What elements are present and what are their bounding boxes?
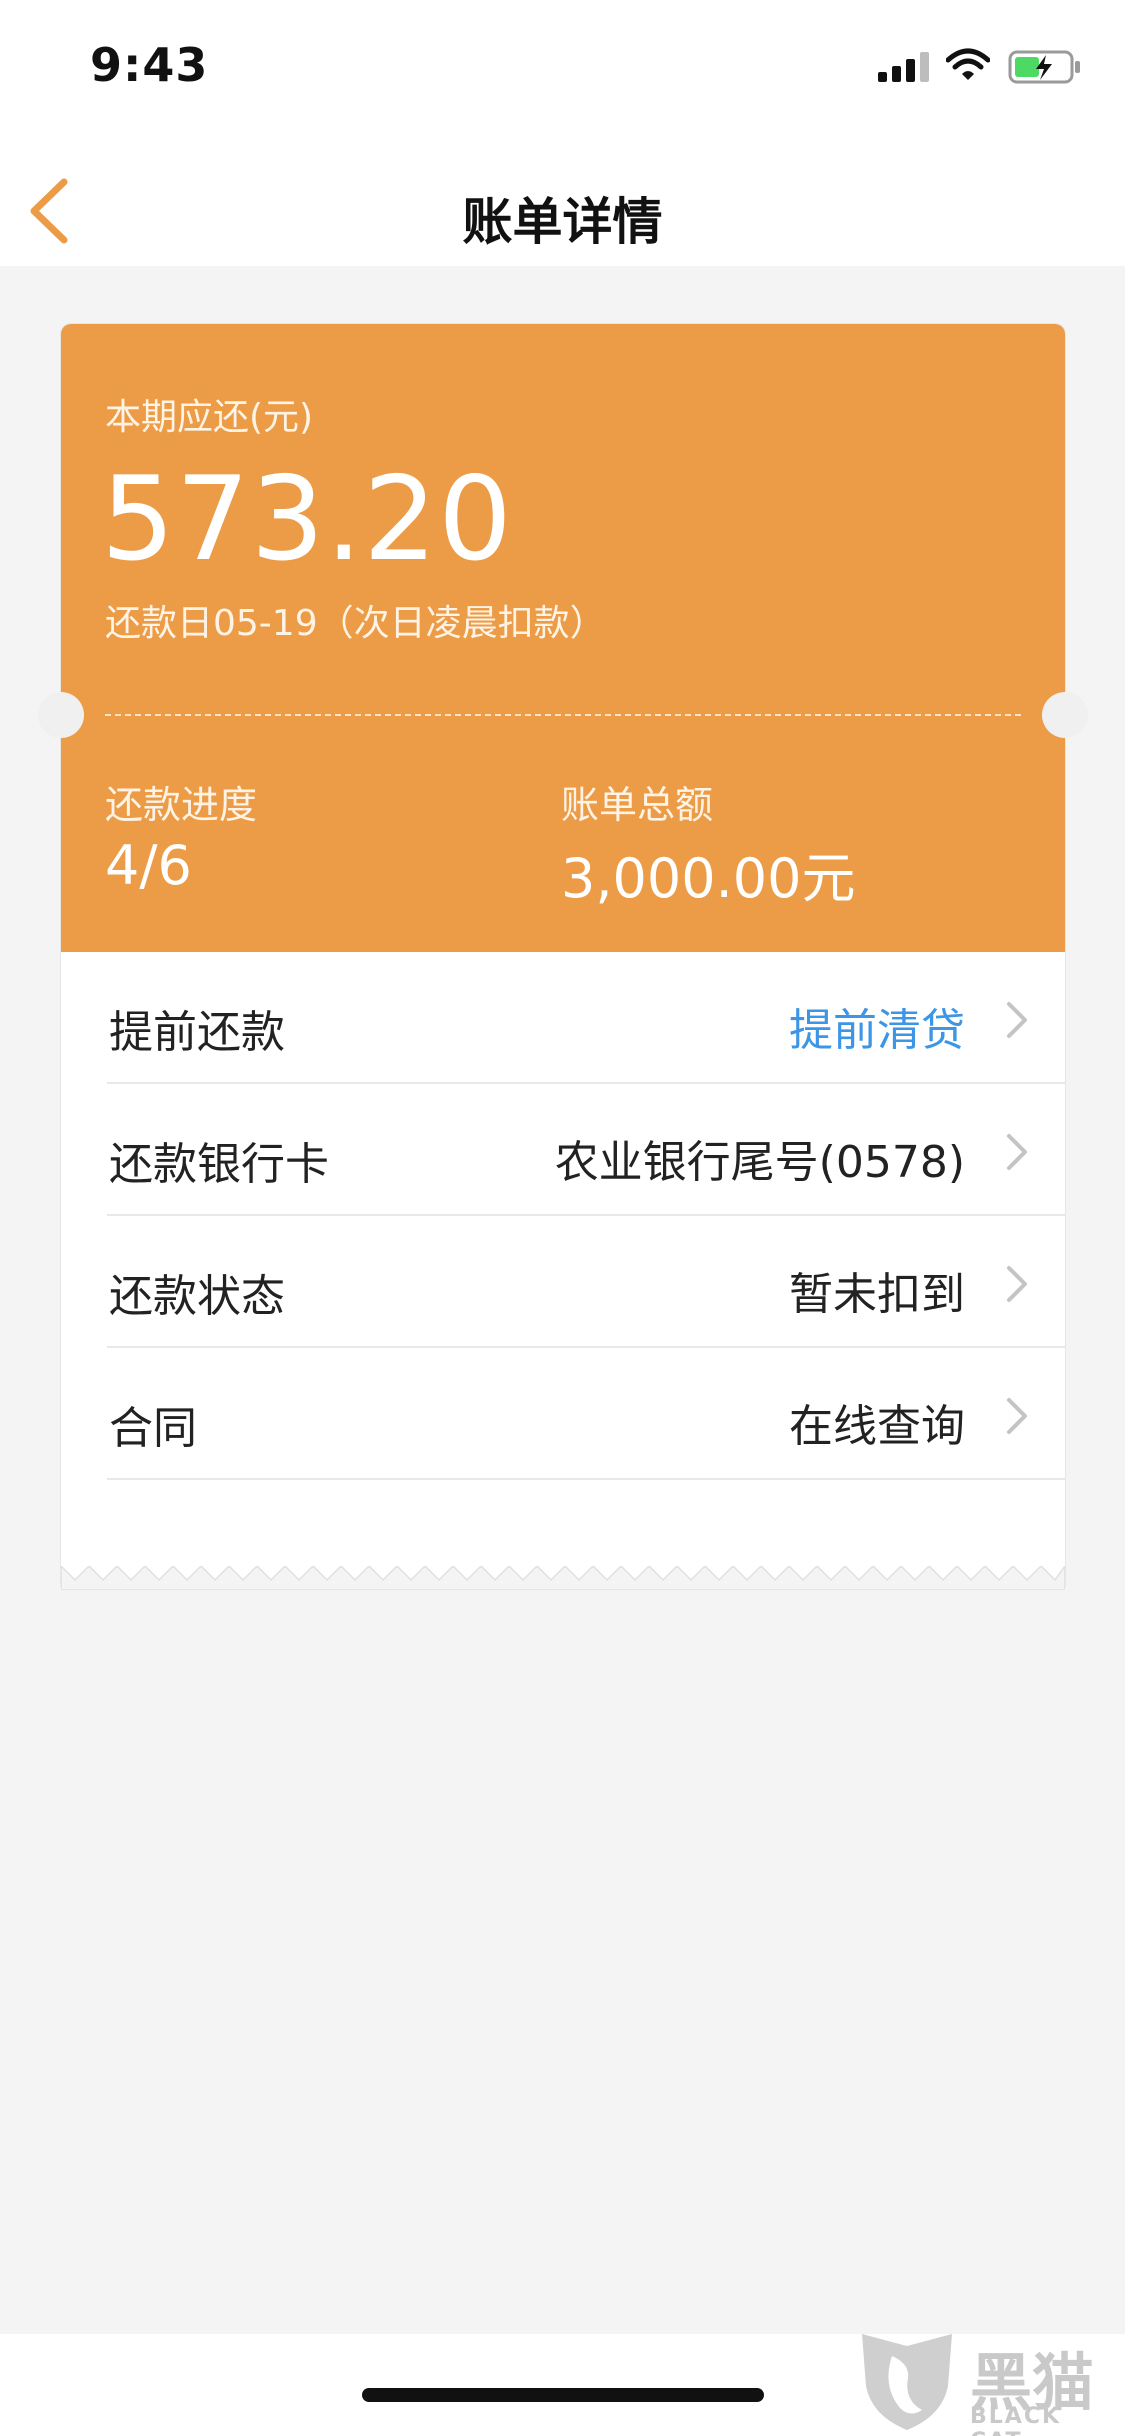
due-date-text: 还款日05-19（次日凌晨扣款） (105, 603, 606, 644)
row-label: 还款银行卡 (109, 1139, 329, 1190)
bill-total-label: 账单总额 (561, 783, 714, 827)
early-payoff-link[interactable]: 提前清贷 (789, 994, 965, 1058)
bill-summary: 本期应还(元) 573.20 还款日05-19（次日凌晨扣款） 还款进度 4/6… (38, 324, 1088, 952)
row-value: 暂未扣到 (789, 1269, 965, 1320)
row-label: 合同 (109, 1403, 197, 1454)
repayment-card-row[interactable]: 还款银行卡 农业银行尾号(0578) (107, 1084, 1065, 1216)
battery-charging-icon (1008, 50, 1080, 84)
bill-total-value: 3,000.00元 (561, 847, 856, 910)
cellular-signal-icon (878, 52, 929, 82)
card-notch-left (38, 692, 84, 738)
dashed-divider (105, 714, 1021, 716)
bill-card: 本期应还(元) 573.20 还款日05-19（次日凌晨扣款） 还款进度 4/6… (38, 324, 1088, 1590)
bill-detail-screen: 9:43 账单详情 本期应还(元) 573.20 还款日05-19（次日凌晨扣款… (0, 0, 1125, 2436)
amount-due-value: 573.20 (101, 452, 513, 587)
repayment-status-row[interactable]: 还款状态 暂未扣到 (107, 1216, 1065, 1348)
black-cat-watermark: 黑猫 BLACK CAT (852, 2326, 1122, 2436)
card-notch-right (1042, 692, 1088, 738)
row-label: 还款状态 (109, 1271, 285, 1322)
bill-options-list: 提前还款 提前清贷 还款银行卡 农业银行尾号(0578) 还款状态 暂未扣到 合… (61, 952, 1065, 1480)
prepayment-row[interactable]: 提前还款 提前清贷 (107, 952, 1065, 1084)
row-value: 农业银行尾号(0578) (554, 1137, 965, 1188)
status-bar: 9:43 (0, 0, 1125, 140)
wifi-icon (946, 48, 990, 80)
chevron-right-icon (1007, 1002, 1027, 1038)
cat-shield-logo-icon (862, 2334, 952, 2430)
repayment-progress-label: 还款进度 (105, 783, 258, 827)
amount-due-label: 本期应还(元) (105, 397, 314, 438)
receipt-zigzag-edge (61, 1566, 1065, 1590)
chevron-right-icon (1007, 1398, 1027, 1434)
chevron-right-icon (1007, 1266, 1027, 1302)
status-time: 9:43 (90, 38, 209, 92)
repayment-progress-value: 4/6 (105, 834, 192, 897)
contract-row[interactable]: 合同 在线查询 (107, 1348, 1065, 1480)
chevron-right-icon (1007, 1134, 1027, 1170)
page-title: 账单详情 (462, 193, 663, 251)
row-label: 提前还款 (109, 1007, 285, 1058)
home-indicator[interactable] (362, 2388, 764, 2402)
row-value: 在线查询 (789, 1401, 965, 1452)
navigation-bar: 账单详情 (0, 140, 1125, 266)
watermark-subtitle: BLACK CAT (970, 2404, 1062, 2436)
